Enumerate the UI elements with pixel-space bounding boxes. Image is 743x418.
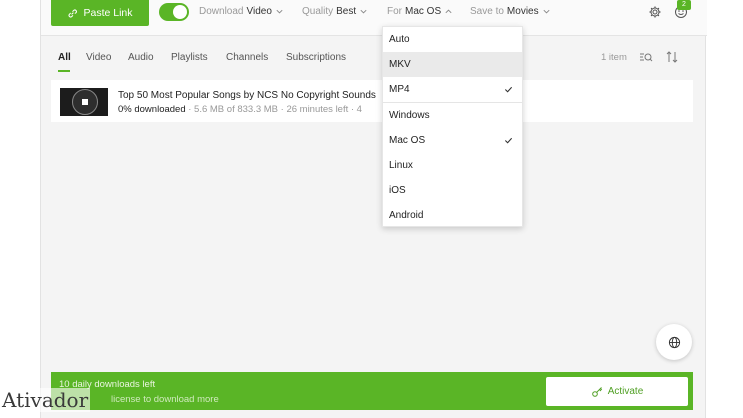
menu-item-label: MP4 <box>389 84 410 95</box>
gear-icon[interactable] <box>648 5 662 19</box>
video-thumbnail[interactable] <box>60 88 108 116</box>
save-to-select[interactable]: Save to Movies <box>470 6 551 17</box>
download-size: · 5.6 MB of 833.3 MB · 26 minutes left ·… <box>185 104 362 115</box>
quality-value: Best <box>336 6 357 17</box>
check-icon <box>504 86 513 93</box>
paste-link-button[interactable]: Paste Link <box>51 0 149 26</box>
menu-item-label: Mac OS <box>389 135 426 146</box>
menu-item-label: Windows <box>389 110 430 121</box>
format-value: Mac OS <box>405 6 442 17</box>
download-title: Top 50 Most Popular Songs by NCS No Copy… <box>118 90 376 101</box>
smart-mode-toggle[interactable] <box>159 3 189 21</box>
download-type-select[interactable]: Download Video <box>199 6 284 17</box>
format-dropdown-menu: Auto MKV MP4 Windows Mac OS Linux iOS An… <box>382 26 523 227</box>
tab-playlists[interactable]: Playlists <box>171 52 208 63</box>
menu-item-linux[interactable]: Linux <box>383 153 522 178</box>
stop-icon[interactable] <box>82 99 88 105</box>
quality-select[interactable]: Quality Best <box>302 6 368 17</box>
download-type-label: Download <box>199 6 244 17</box>
tab-audio[interactable]: Audio <box>128 52 154 63</box>
chevron-down-icon <box>543 9 550 14</box>
menu-item-mp4[interactable]: MP4 <box>383 77 522 102</box>
menu-item-label: iOS <box>389 185 406 196</box>
chevron-up-icon <box>445 9 452 14</box>
save-to-value: Movies <box>506 6 539 17</box>
menu-item-label: Auto <box>389 34 410 45</box>
menu-item-auto[interactable]: Auto <box>383 27 522 52</box>
key-icon <box>591 386 602 397</box>
download-status: 0% downloaded · 5.6 MB of 833.3 MB · 26 … <box>118 104 362 115</box>
menu-item-windows[interactable]: Windows <box>383 103 522 128</box>
save-to-label: Save to <box>470 6 504 17</box>
menu-item-mkv[interactable]: MKV <box>383 52 522 77</box>
language-button[interactable] <box>656 324 692 360</box>
download-type-value: Video <box>246 6 272 17</box>
menu-item-label: Android <box>389 210 424 221</box>
tab-subscriptions[interactable]: Subscriptions <box>286 52 346 63</box>
link-icon <box>69 9 78 17</box>
menu-item-mac-os[interactable]: Mac OS <box>383 128 522 153</box>
download-item[interactable]: Top 50 Most Popular Songs by NCS No Copy… <box>51 80 693 122</box>
tab-video[interactable]: Video <box>86 52 111 63</box>
sort-icon[interactable] <box>665 50 679 64</box>
license-banner: 10 daily downloads left license to downl… <box>51 372 693 410</box>
tab-all[interactable]: All <box>58 52 71 63</box>
quality-label: Quality <box>302 6 334 17</box>
toolbar: Paste Link Download Video Quality Best F… <box>41 0 707 36</box>
chevron-down-icon <box>276 9 283 14</box>
tab-channels[interactable]: Channels <box>226 52 268 63</box>
format-select[interactable]: For Mac OS <box>387 6 453 17</box>
menu-item-label: MKV <box>389 59 411 70</box>
format-label: For <box>387 6 402 17</box>
paste-link-label: Paste Link <box>83 7 133 19</box>
license-hint: license to download more <box>111 394 219 405</box>
activate-button[interactable]: Activate <box>546 377 688 406</box>
menu-item-label: Linux <box>389 160 413 171</box>
item-count: 1 item <box>601 52 627 63</box>
download-progress: 0% downloaded <box>118 104 186 115</box>
menu-item-android[interactable]: Android <box>383 203 522 228</box>
search-filter-icon[interactable] <box>639 50 653 64</box>
active-tab-indicator <box>58 70 70 72</box>
toggle-knob <box>173 5 187 19</box>
app-window: Paste Link Download Video Quality Best F… <box>40 0 707 418</box>
activate-label: Activate <box>607 386 644 397</box>
menu-item-ios[interactable]: iOS <box>383 178 522 203</box>
filter-tabs: All Video Audio Playlists Channels Subsc… <box>41 44 707 72</box>
notification-badge: 2 <box>677 0 691 10</box>
chevron-down-icon <box>360 9 367 14</box>
globe-icon <box>668 336 680 348</box>
check-icon <box>504 137 513 144</box>
watermark-text: Ativador <box>0 388 91 412</box>
